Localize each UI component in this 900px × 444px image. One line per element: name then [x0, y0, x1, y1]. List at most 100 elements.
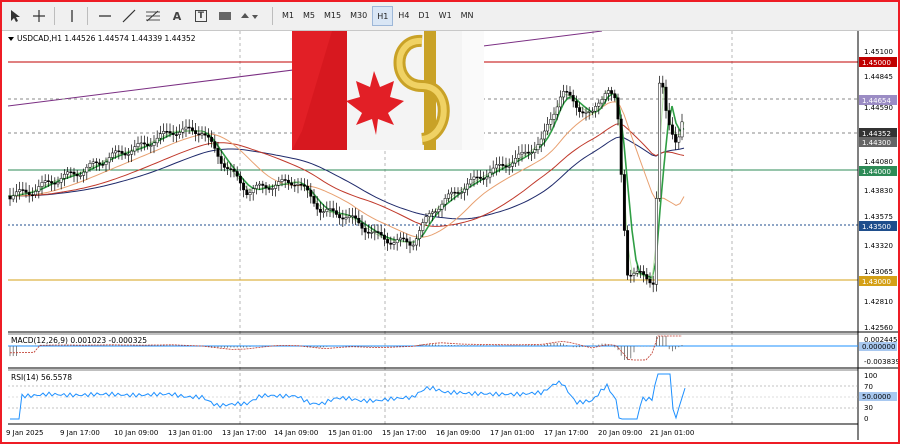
vertical-line-icon[interactable]	[61, 6, 83, 26]
level-label-1435: 1.43500	[862, 223, 891, 231]
shapes-icon[interactable]	[238, 6, 260, 26]
crosshair-icon[interactable]	[28, 6, 50, 26]
rsi-panel[interactable]: RSI(14) 56.5578 100 70 50.0000 30 0	[8, 367, 898, 423]
macd-panel[interactable]: MACD(12,26,9) 0.001023 -0.000325 0.00244…	[8, 331, 900, 366]
toolbar-separator	[54, 7, 55, 25]
candle-body	[43, 180, 47, 183]
candle-body	[360, 222, 364, 229]
fibonacci-icon[interactable]	[142, 6, 164, 26]
candle-body	[398, 237, 402, 240]
candle-body	[504, 165, 508, 168]
candle-body	[568, 91, 572, 96]
candle-body	[526, 151, 530, 154]
candle-body	[331, 208, 335, 211]
timeframe-h4[interactable]: H4	[394, 6, 413, 24]
candle-body	[350, 215, 354, 218]
candle-body	[277, 181, 281, 186]
candle-body	[549, 119, 553, 125]
candle-body	[142, 142, 146, 145]
candle-body	[437, 208, 441, 213]
candle-body	[539, 138, 543, 145]
candle-body	[85, 166, 89, 173]
candle-body	[629, 274, 633, 277]
candle-body	[245, 189, 249, 195]
cursor-icon[interactable]	[4, 6, 26, 26]
price-tick: 1.42810	[864, 298, 893, 306]
price-chart[interactable]: USDCAD,H1 1.44526 1.44574 1.44339 1.4435…	[2, 0, 900, 440]
candle-body	[69, 171, 73, 174]
candle-body	[488, 172, 492, 178]
candle-body	[514, 157, 518, 164]
candle-body	[635, 271, 639, 274]
candle-body	[450, 191, 454, 195]
candle-body	[453, 191, 457, 194]
candle-body	[126, 154, 130, 156]
timeframe-m15[interactable]: M15	[320, 6, 345, 24]
candle-body	[446, 193, 450, 199]
timeframe-d1[interactable]: D1	[414, 6, 433, 24]
timeframe-mn[interactable]: MN	[457, 6, 478, 24]
candle-body	[190, 127, 194, 131]
horizontal-line-icon[interactable]	[94, 6, 116, 26]
candle-body	[322, 211, 326, 213]
candle-body	[389, 242, 393, 245]
timeframe-w1[interactable]: W1	[435, 6, 456, 24]
price-tick: 1.44080	[864, 158, 893, 166]
toolbar-separator	[87, 7, 88, 25]
price-tick: 1.44845	[864, 73, 893, 81]
price-tick: 1.43065	[864, 268, 893, 276]
candle-body	[357, 217, 361, 224]
timeframe-h1[interactable]: H1	[372, 6, 394, 26]
trendline-icon[interactable]	[118, 6, 140, 26]
time-tick: 16 Jan 09:00	[436, 429, 480, 437]
candle-body	[222, 163, 226, 168]
timeframe-m1[interactable]: M1	[278, 6, 298, 24]
candle-body	[62, 173, 66, 179]
price-tick: 1.44590	[864, 104, 893, 112]
time-tick: 9 Jan 17:00	[60, 429, 100, 437]
candle-body	[270, 188, 274, 190]
candle-body	[171, 132, 175, 135]
candle-body	[306, 185, 310, 191]
text-icon[interactable]: A	[166, 6, 188, 26]
collapse-icon[interactable]	[8, 37, 14, 41]
candle-body	[14, 191, 18, 196]
candle-body	[206, 135, 210, 138]
candle-body	[578, 107, 582, 112]
time-tick: 15 Jan 17:00	[382, 429, 426, 437]
time-tick: 20 Jan 09:00	[598, 429, 642, 437]
rectangle-icon[interactable]	[214, 6, 236, 26]
time-tick: 17 Jan 17:00	[544, 429, 588, 437]
candle-body	[200, 133, 204, 136]
macd-axis-bottom: -0.003839	[864, 358, 898, 366]
candle-body	[24, 189, 28, 193]
level-label-145: 1.45000	[862, 59, 891, 67]
candle-body	[645, 274, 649, 280]
candle-body	[382, 234, 386, 240]
time-axis: 9 Jan 2025 9 Jan 17:00 10 Jan 09:00 13 J…	[6, 423, 858, 437]
candle-body	[462, 188, 466, 193]
candle-body	[318, 208, 322, 213]
timeframe-m5[interactable]: M5	[299, 6, 319, 24]
candle-body	[53, 182, 57, 185]
candle-body	[632, 272, 636, 276]
candle-body	[174, 134, 178, 136]
chart-window[interactable]: USDCAD,H1 1.44526 1.44574 1.44339 1.4435…	[2, 0, 900, 440]
candle-body	[30, 194, 34, 196]
timeframe-m30[interactable]: M30	[346, 6, 371, 24]
candle-body	[27, 192, 31, 195]
candle-body	[421, 222, 425, 231]
label-icon[interactable]: T	[190, 6, 212, 26]
candle-body	[664, 86, 668, 111]
candle-body	[661, 82, 665, 88]
time-tick: 21 Jan 01:00	[650, 429, 694, 437]
candle-body	[347, 215, 351, 218]
candle-body	[395, 239, 399, 243]
bid-label: 1.44352	[862, 130, 891, 138]
candle-body	[667, 110, 671, 126]
candle-body	[242, 182, 246, 191]
candle-body	[626, 230, 630, 276]
candle-body	[283, 179, 287, 181]
candle-body	[354, 215, 358, 219]
candle-body	[392, 242, 396, 245]
